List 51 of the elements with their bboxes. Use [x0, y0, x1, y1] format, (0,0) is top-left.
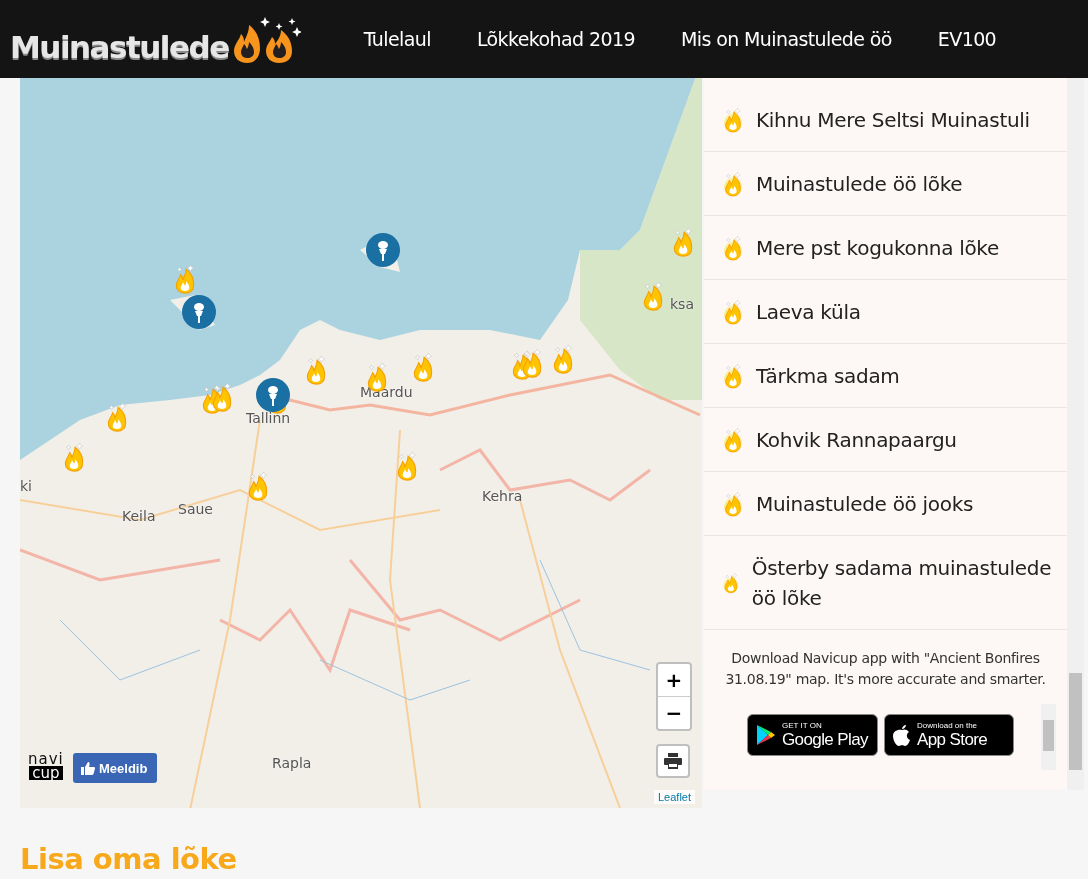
scrollbar[interactable] [1067, 78, 1084, 790]
nav-link[interactable]: Lõkkekohad 2019 [453, 28, 658, 50]
printer-icon [664, 753, 682, 769]
torch-marker-icon [181, 294, 217, 330]
google-play-button[interactable]: GET IT ON Google Play [747, 714, 878, 756]
thumbs-up-icon [81, 761, 95, 775]
place-name: Muinastulede öö lõke [756, 170, 963, 198]
place-list-item[interactable]: Kihnu Mere Seltsi Muinastuli [704, 88, 1067, 152]
nav-link[interactable]: Mis on Muinastulede öö [657, 28, 915, 50]
place-name: Tärkma sadam [756, 362, 900, 390]
leaflet-link[interactable]: Leaflet [654, 790, 696, 804]
bonfire-icon [722, 298, 744, 325]
place-list-item[interactable]: Muinastulede öö jooks [704, 472, 1067, 536]
bonfire-icon [722, 234, 744, 261]
place-label: Keila [122, 508, 156, 524]
app-store-button[interactable]: Download on the App Store [884, 714, 1014, 756]
bonfire-icon [722, 106, 744, 133]
logo-text[interactable]: Muinastulede [10, 29, 229, 65]
print-button[interactable] [656, 744, 690, 778]
scrollbar[interactable] [1041, 704, 1056, 770]
bonfire-icon [722, 426, 744, 453]
place-label: ki [20, 478, 32, 494]
place-list-item[interactable]: Tärkma sadam [704, 344, 1067, 408]
place-list-item[interactable]: Laeva küla [704, 280, 1067, 344]
place-name: Kihnu Mere Seltsi Muinastuli [756, 106, 1030, 134]
place-label: Tallinn [246, 410, 291, 426]
play-triangle-icon [756, 724, 776, 746]
place-list-item[interactable]: Kohvik Rannapaargu [704, 408, 1067, 472]
place-name: Österby sadama muinastulede öö lõke [751, 554, 1053, 612]
bonfire-icon [722, 170, 744, 197]
bonfire-icon [722, 362, 744, 389]
like-button[interactable]: Meeldib [73, 753, 158, 783]
navicup-logo[interactable]: navi cup [28, 752, 64, 780]
place-label: ksa [670, 296, 694, 312]
torch-marker-icon [365, 232, 401, 268]
place-label: Rapla [272, 755, 312, 771]
place-name: Muinastulede öö jooks [756, 490, 974, 518]
section-heading: Lisa oma lõke [20, 842, 238, 876]
torch-marker-icon [255, 377, 291, 413]
place-name: Mere pst kogukonna lõke [756, 234, 999, 262]
place-list-item[interactable]: Muinastulede öö lõke [704, 152, 1067, 216]
place-name: Kohvik Rannapaargu [756, 426, 957, 454]
place-label: Kehra [482, 488, 523, 504]
nav-link[interactable]: EV100 [914, 28, 1020, 50]
nav-link[interactable]: Tulelaul [340, 28, 454, 50]
apple-icon [893, 724, 911, 746]
place-name: Laeva küla [756, 298, 861, 326]
app-promo-text: Download Navicup app with "Ancient Bonfires 31.08.19" map. It's more accurate and smarter. [724, 649, 1047, 689]
bonfire-icon [722, 490, 744, 517]
place-label: Saue [178, 501, 213, 517]
place-list-item[interactable]: Mere pst kogukonna lõke [704, 216, 1067, 280]
